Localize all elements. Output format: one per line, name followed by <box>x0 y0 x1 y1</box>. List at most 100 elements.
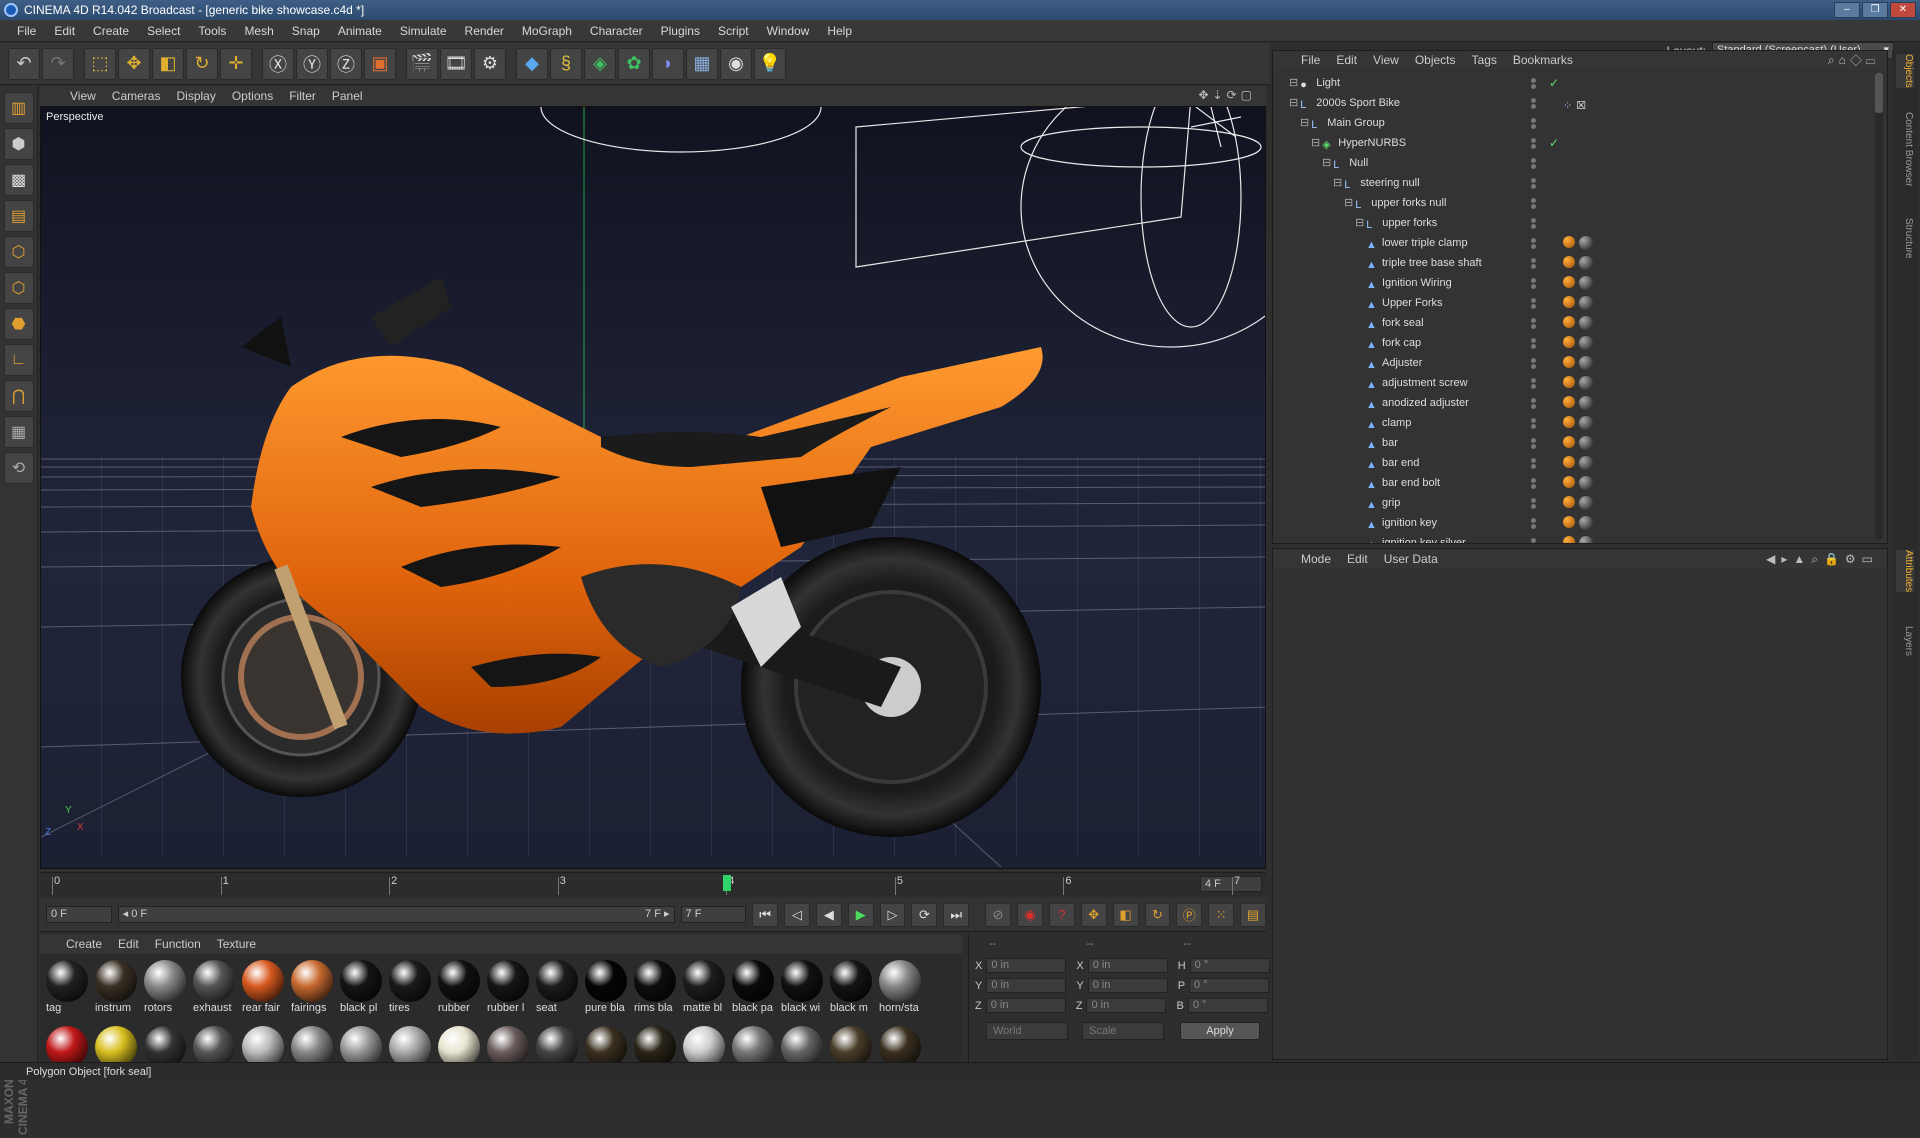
material-tag-icon[interactable] <box>1579 256 1593 270</box>
phong-tag-icon[interactable] <box>1563 496 1575 508</box>
material-tag-icon[interactable] <box>1579 296 1593 310</box>
y-axis-lock-icon[interactable]: Ⓨ <box>296 47 328 80</box>
visibility-dots-icon[interactable] <box>1531 78 1541 89</box>
key-scale-icon[interactable]: ◧ <box>1112 902 1139 927</box>
phong-tag-icon[interactable] <box>1563 276 1575 288</box>
expand-toggle-icon[interactable]: ⊟ <box>1344 197 1353 209</box>
magnet-snap-icon[interactable]: ⋂ <box>3 380 34 412</box>
material-swatch[interactable]: rubber <box>436 958 482 1018</box>
spline-icon[interactable]: § <box>550 47 582 80</box>
expand-toggle-icon[interactable]: ⊟ <box>1355 217 1364 229</box>
phong-tag-icon[interactable] <box>1563 516 1575 528</box>
render-settings-icon[interactable]: ⚙ <box>474 47 506 80</box>
visibility-dots-icon[interactable] <box>1531 238 1541 249</box>
phong-tag-icon[interactable] <box>1563 436 1575 448</box>
menu-plugins[interactable]: Plugins <box>652 20 709 42</box>
expand-toggle-icon[interactable]: ⊟ <box>1289 97 1298 109</box>
play-icon[interactable]: ▶ <box>847 902 874 927</box>
expand-toggle-icon[interactable]: ⊟ <box>1300 117 1309 129</box>
side-tab-objects[interactable]: Objects <box>1896 54 1914 88</box>
cube-icon[interactable]: ◆ <box>516 47 548 80</box>
material-swatch[interactable]: rear fair <box>240 958 286 1018</box>
visibility-dots-icon[interactable] <box>1531 438 1541 449</box>
recent-tool-icon[interactable]: ✛ <box>220 47 252 80</box>
render-picture-viewer-icon[interactable]: 🎞 <box>440 47 472 80</box>
object-row[interactable]: ▲ fork seal <box>1279 313 1869 333</box>
phong-tag-icon[interactable] <box>1563 356 1575 368</box>
object-row[interactable]: ▲ Ignition Wiring <box>1279 273 1869 293</box>
visibility-dots-icon[interactable] <box>1531 498 1541 509</box>
move-tool-icon[interactable]: ✥ <box>118 47 150 80</box>
object-menu-view[interactable]: View <box>1365 53 1407 67</box>
start-frame-field[interactable]: 0 F <box>46 906 112 923</box>
object-menu-objects[interactable]: Objects <box>1407 53 1464 67</box>
side-tab-content-browser[interactable]: Content Browser <box>1896 112 1914 186</box>
material-tag-icon[interactable] <box>1579 496 1593 510</box>
expand-toggle-icon[interactable]: ⊟ <box>1289 77 1298 89</box>
material-tag-icon[interactable] <box>1579 376 1593 390</box>
render-view-icon[interactable]: 🎬 <box>406 47 438 80</box>
coord-system-dropdown[interactable]: World <box>986 1022 1068 1040</box>
viewport-nav-icons[interactable]: ✥⇣⟳▢ <box>1198 88 1256 102</box>
prev-frame-icon[interactable]: ◀ <box>815 902 842 927</box>
attribute-toolbar-icons[interactable]: ◀▸▲⌕🔒⚙▭ <box>1766 552 1879 567</box>
visibility-dots-icon[interactable] <box>1531 538 1541 543</box>
menu-create[interactable]: Create <box>84 20 138 42</box>
expand-toggle-icon[interactable]: ⊟ <box>1333 177 1342 189</box>
menu-render[interactable]: Render <box>456 20 513 42</box>
goto-end-icon[interactable]: ⏭ <box>943 902 970 927</box>
scale-tool-icon[interactable]: ◧ <box>152 47 184 80</box>
material-swatch[interactable]: matte bl <box>681 958 727 1018</box>
object-toolbar-icons[interactable]: ⌕⌂◇▭ <box>1828 53 1879 68</box>
next-frame-icon[interactable]: ▷ <box>879 902 906 927</box>
material-swatch[interactable]: black wi <box>779 958 825 1018</box>
viewport[interactable]: Perspective Y X Z <box>40 106 1266 869</box>
visibility-dots-icon[interactable] <box>1531 118 1541 129</box>
menu-help[interactable]: Help <box>818 20 861 42</box>
coord-value-input[interactable]: 0 in <box>1087 978 1168 993</box>
side-tab-structure[interactable]: Structure <box>1896 218 1914 259</box>
material-swatch[interactable]: tag <box>44 958 90 1018</box>
object-row[interactable]: ▲ clamp <box>1279 413 1869 433</box>
viewport-menu-view[interactable]: View <box>62 89 104 103</box>
key-parameter-icon[interactable]: Ⓟ <box>1176 902 1203 927</box>
menu-script[interactable]: Script <box>709 20 758 42</box>
object-row[interactable]: ▲ adjustment screw <box>1279 373 1869 393</box>
material-tag-icon[interactable] <box>1579 336 1593 350</box>
coordinate-system-icon[interactable]: ▣ <box>364 47 396 80</box>
material-swatch[interactable]: instrum <box>93 958 139 1018</box>
menu-character[interactable]: Character <box>581 20 652 42</box>
menu-window[interactable]: Window <box>758 20 819 42</box>
material-menu-create[interactable]: Create <box>58 937 110 951</box>
menu-file[interactable]: File <box>8 20 45 42</box>
side-tab-layers[interactable]: Layers <box>1896 626 1914 656</box>
axis-mode-icon[interactable]: ∟ <box>3 344 34 376</box>
visibility-dots-icon[interactable] <box>1531 178 1541 189</box>
points-mode-icon[interactable]: ⬡ <box>3 236 34 268</box>
coord-value-input[interactable]: 0 in <box>986 978 1067 993</box>
object-row[interactable]: ▲ ignition key silver <box>1279 533 1869 543</box>
object-row[interactable]: ⊟ L Main Group <box>1279 113 1869 133</box>
make-editable-icon[interactable]: ▥ <box>3 92 34 124</box>
object-row[interactable]: ▲ anodized adjuster <box>1279 393 1869 413</box>
live-selection-icon[interactable]: ⬚ <box>84 47 116 80</box>
apply-button[interactable]: Apply <box>1180 1022 1260 1040</box>
object-row[interactable]: ▲ Adjuster <box>1279 353 1869 373</box>
mograph-cloner-icon[interactable]: ✿ <box>618 47 650 80</box>
material-swatch[interactable]: black pa <box>730 958 776 1018</box>
material-swatch[interactable]: rubber l <box>485 958 531 1018</box>
side-tab-attributes[interactable]: Attributes <box>1896 550 1914 593</box>
object-row[interactable]: ▲ bar end bolt <box>1279 473 1869 493</box>
material-swatch[interactable]: black m <box>828 958 874 1018</box>
phong-tag-icon[interactable] <box>1563 476 1575 488</box>
material-tag-icon[interactable] <box>1579 276 1593 290</box>
material-swatch[interactable]: black pl <box>338 958 384 1018</box>
attribute-menu-mode[interactable]: Mode <box>1293 552 1339 566</box>
visibility-dots-icon[interactable] <box>1531 278 1541 289</box>
undo-icon[interactable]: ↶ <box>8 47 40 80</box>
object-menu-file[interactable]: File <box>1293 53 1328 67</box>
locked-workplane-icon[interactable]: ⟲ <box>3 452 34 484</box>
timeline-window-icon[interactable]: ▤ <box>1240 902 1266 927</box>
menu-tools[interactable]: Tools <box>189 20 235 42</box>
menu-animate[interactable]: Animate <box>329 20 391 42</box>
